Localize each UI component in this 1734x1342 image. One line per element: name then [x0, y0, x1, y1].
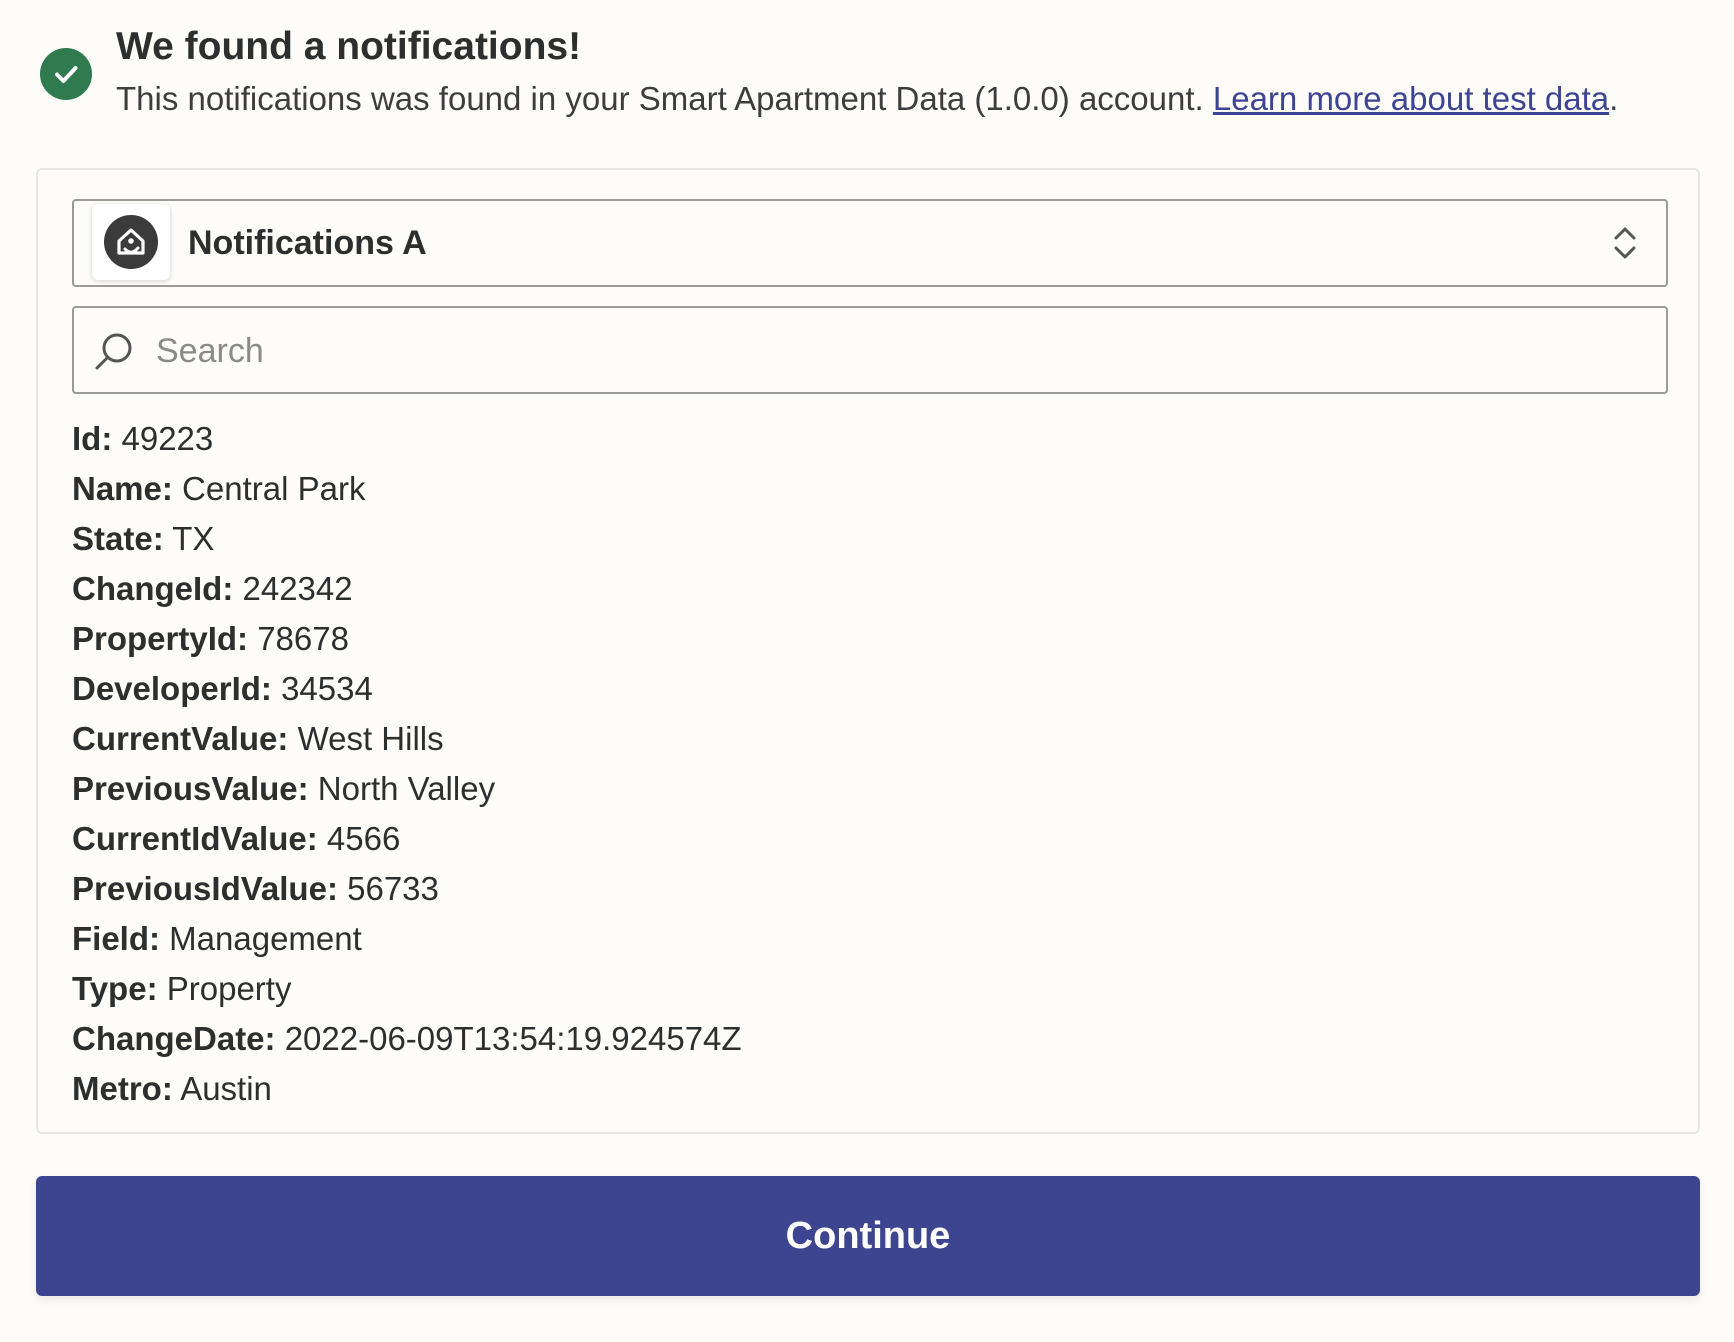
field-value: Central Park — [182, 470, 366, 507]
field-key: Id: — [72, 420, 113, 457]
field-value: West Hills — [297, 720, 444, 757]
field-row: Name: Central Park — [72, 464, 742, 514]
field-value: Austin — [180, 1070, 272, 1107]
field-key: Field: — [72, 920, 160, 957]
field-row: ChangeId: 242342 — [72, 564, 742, 614]
field-key: PreviousIdValue: — [72, 870, 338, 907]
success-banner: We found a notifications! This notificat… — [40, 22, 1704, 126]
field-key: ChangeDate: — [72, 1020, 276, 1057]
smart-apartment-house-icon — [104, 215, 158, 269]
field-value: 2022-06-09T13:54:19.924574Z — [284, 1020, 742, 1057]
field-row: DeveloperId: 34534 — [72, 664, 742, 714]
field-key: PreviousValue: — [72, 770, 309, 807]
field-key: Type: — [72, 970, 158, 1007]
search-box[interactable] — [72, 306, 1668, 394]
field-row: Metro: Austin — [72, 1064, 742, 1114]
learn-more-link[interactable]: Learn more about test data — [1213, 80, 1609, 117]
banner-subtitle-end: . — [1609, 80, 1619, 117]
field-value: TX — [172, 520, 215, 557]
banner-title: We found a notifications! — [116, 25, 582, 68]
field-key: CurrentValue: — [72, 720, 289, 757]
search-icon — [95, 333, 132, 370]
banner-subtitle: This notifications was found in your Sma… — [116, 72, 1704, 126]
field-row: Type: Property — [72, 964, 742, 1014]
record-fields: Id: 49223 Name: Central Park State: TX Chan… — [72, 414, 742, 1114]
field-value: North Valley — [317, 770, 496, 807]
field-row: State: TX — [72, 514, 742, 564]
field-value: 242342 — [242, 570, 353, 607]
field-row: ChangeDate: 2022-06-09T13:54:19.924574Z — [72, 1014, 742, 1064]
field-key: Name: — [72, 470, 173, 507]
field-row: Field: Management — [72, 914, 742, 964]
record-selector[interactable]: Notifications A — [72, 199, 1668, 287]
field-value: Property — [166, 970, 292, 1007]
chevron-up-down-icon — [1614, 227, 1636, 259]
field-value: 34534 — [281, 670, 373, 707]
field-row: CurrentValue: West Hills — [72, 714, 742, 764]
field-row: PropertyId: 78678 — [72, 614, 742, 664]
banner-subtitle-text: This notifications was found in your Sma… — [116, 80, 1204, 117]
continue-button[interactable]: Continue — [36, 1176, 1700, 1296]
field-value: Management — [169, 920, 362, 957]
field-key: PropertyId: — [72, 620, 249, 657]
field-key: DeveloperId: — [72, 670, 272, 707]
test-data-panel: Notifications A Id: 49223Name: Central P… — [36, 168, 1700, 1134]
field-row: CurrentIdValue: 4566 — [72, 814, 742, 864]
success-check-icon — [40, 48, 92, 100]
field-value: 4566 — [326, 820, 401, 857]
field-row: PreviousValue: North Valley — [72, 764, 742, 814]
field-row: Id: 49223 — [72, 414, 742, 464]
field-value: 78678 — [257, 620, 349, 657]
selector-label: Notifications A — [188, 224, 427, 262]
field-key: State: — [72, 520, 164, 557]
field-value: 56733 — [347, 870, 439, 907]
search-input[interactable] — [154, 318, 1638, 384]
field-key: Metro: — [72, 1070, 173, 1107]
field-key: CurrentIdValue: — [72, 820, 318, 857]
field-value: 49223 — [121, 420, 214, 457]
field-key: ChangeId: — [72, 570, 234, 607]
field-row: PreviousIdValue: 56733 — [72, 864, 742, 914]
app-tile — [92, 204, 170, 280]
